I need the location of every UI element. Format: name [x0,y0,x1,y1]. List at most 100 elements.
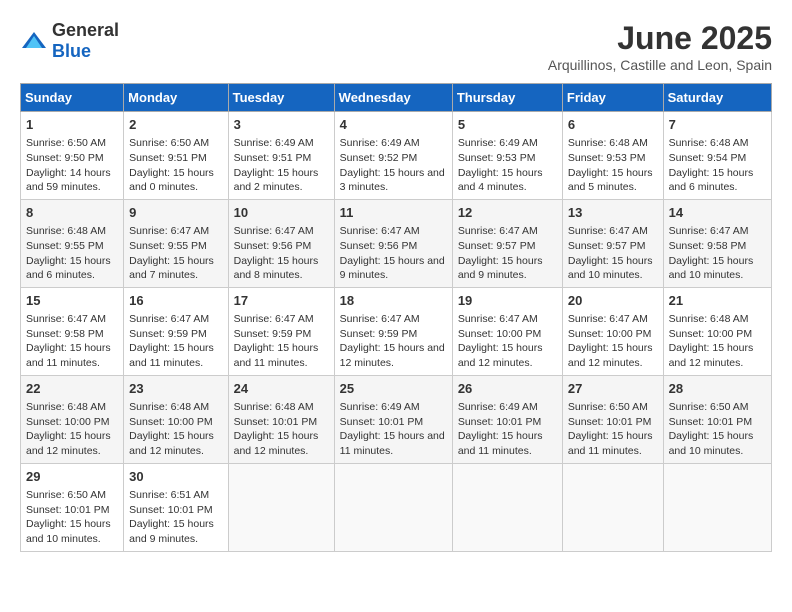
day-number: 12 [458,204,557,222]
cell-details: Sunrise: 6:49 AMSunset: 9:51 PMDaylight:… [234,136,329,195]
day-number: 8 [26,204,118,222]
cell-details: Sunrise: 6:48 AMSunset: 10:00 PMDaylight… [669,312,766,371]
calendar-cell: 25 Sunrise: 6:49 AMSunset: 10:01 PMDayli… [334,375,452,463]
calendar-cell: 28 Sunrise: 6:50 AMSunset: 10:01 PMDayli… [663,375,771,463]
logo-general: General [52,20,119,40]
calendar-week-row: 15 Sunrise: 6:47 AMSunset: 9:58 PMDaylig… [21,287,772,375]
day-header-thursday: Thursday [452,84,562,112]
calendar-cell: 21 Sunrise: 6:48 AMSunset: 10:00 PMDayli… [663,287,771,375]
day-number: 20 [568,292,658,310]
cell-details: Sunrise: 6:47 AMSunset: 9:59 PMDaylight:… [234,312,329,371]
cell-details: Sunrise: 6:50 AMSunset: 9:50 PMDaylight:… [26,136,118,195]
logo-blue: Blue [52,41,91,61]
calendar-cell: 20 Sunrise: 6:47 AMSunset: 10:00 PMDayli… [562,287,663,375]
day-number: 13 [568,204,658,222]
calendar-cell: 13 Sunrise: 6:47 AMSunset: 9:57 PMDaylig… [562,199,663,287]
cell-details: Sunrise: 6:47 AMSunset: 9:55 PMDaylight:… [129,224,222,283]
cell-details: Sunrise: 6:50 AMSunset: 10:01 PMDaylight… [568,400,658,459]
calendar-cell: 30 Sunrise: 6:51 AMSunset: 10:01 PMDayli… [124,463,228,551]
cell-details: Sunrise: 6:50 AMSunset: 9:51 PMDaylight:… [129,136,222,195]
day-number: 1 [26,116,118,134]
day-number: 19 [458,292,557,310]
calendar-header-row: SundayMondayTuesdayWednesdayThursdayFrid… [21,84,772,112]
calendar-cell: 5 Sunrise: 6:49 AMSunset: 9:53 PMDayligh… [452,112,562,200]
calendar-table: SundayMondayTuesdayWednesdayThursdayFrid… [20,83,772,552]
cell-details: Sunrise: 6:48 AMSunset: 10:00 PMDaylight… [129,400,222,459]
cell-details: Sunrise: 6:47 AMSunset: 9:58 PMDaylight:… [26,312,118,371]
day-number: 7 [669,116,766,134]
calendar-cell: 19 Sunrise: 6:47 AMSunset: 10:00 PMDayli… [452,287,562,375]
calendar-cell: 15 Sunrise: 6:47 AMSunset: 9:58 PMDaylig… [21,287,124,375]
day-header-monday: Monday [124,84,228,112]
calendar-cell [663,463,771,551]
cell-details: Sunrise: 6:47 AMSunset: 9:57 PMDaylight:… [458,224,557,283]
day-header-wednesday: Wednesday [334,84,452,112]
cell-details: Sunrise: 6:51 AMSunset: 10:01 PMDaylight… [129,488,222,547]
title-block: June 2025 Arquillinos, Castille and Leon… [548,20,772,73]
day-number: 9 [129,204,222,222]
calendar-week-row: 8 Sunrise: 6:48 AMSunset: 9:55 PMDayligh… [21,199,772,287]
calendar-cell: 16 Sunrise: 6:47 AMSunset: 9:59 PMDaylig… [124,287,228,375]
calendar-cell: 10 Sunrise: 6:47 AMSunset: 9:56 PMDaylig… [228,199,334,287]
calendar-cell: 6 Sunrise: 6:48 AMSunset: 9:53 PMDayligh… [562,112,663,200]
calendar-cell: 26 Sunrise: 6:49 AMSunset: 10:01 PMDayli… [452,375,562,463]
day-number: 14 [669,204,766,222]
calendar-cell: 11 Sunrise: 6:47 AMSunset: 9:56 PMDaylig… [334,199,452,287]
page-header: General Blue June 2025 Arquillinos, Cast… [20,20,772,73]
calendar-cell [562,463,663,551]
cell-details: Sunrise: 6:49 AMSunset: 9:52 PMDaylight:… [340,136,447,195]
day-number: 5 [458,116,557,134]
logo: General Blue [20,20,119,62]
calendar-cell: 14 Sunrise: 6:47 AMSunset: 9:58 PMDaylig… [663,199,771,287]
day-number: 29 [26,468,118,486]
cell-details: Sunrise: 6:48 AMSunset: 10:01 PMDaylight… [234,400,329,459]
day-number: 18 [340,292,447,310]
calendar-cell: 9 Sunrise: 6:47 AMSunset: 9:55 PMDayligh… [124,199,228,287]
calendar-cell [334,463,452,551]
day-number: 10 [234,204,329,222]
cell-details: Sunrise: 6:47 AMSunset: 9:59 PMDaylight:… [129,312,222,371]
calendar-cell: 17 Sunrise: 6:47 AMSunset: 9:59 PMDaylig… [228,287,334,375]
day-number: 23 [129,380,222,398]
calendar-cell: 8 Sunrise: 6:48 AMSunset: 9:55 PMDayligh… [21,199,124,287]
day-header-friday: Friday [562,84,663,112]
calendar-week-row: 22 Sunrise: 6:48 AMSunset: 10:00 PMDayli… [21,375,772,463]
logo-icon [20,30,48,52]
day-number: 17 [234,292,329,310]
calendar-body: 1 Sunrise: 6:50 AMSunset: 9:50 PMDayligh… [21,112,772,552]
day-number: 16 [129,292,222,310]
day-number: 15 [26,292,118,310]
cell-details: Sunrise: 6:47 AMSunset: 9:56 PMDaylight:… [340,224,447,283]
calendar-cell: 7 Sunrise: 6:48 AMSunset: 9:54 PMDayligh… [663,112,771,200]
cell-details: Sunrise: 6:49 AMSunset: 9:53 PMDaylight:… [458,136,557,195]
cell-details: Sunrise: 6:48 AMSunset: 9:55 PMDaylight:… [26,224,118,283]
calendar-cell: 4 Sunrise: 6:49 AMSunset: 9:52 PMDayligh… [334,112,452,200]
day-number: 4 [340,116,447,134]
cell-details: Sunrise: 6:48 AMSunset: 9:54 PMDaylight:… [669,136,766,195]
cell-details: Sunrise: 6:48 AMSunset: 10:00 PMDaylight… [26,400,118,459]
calendar-cell: 1 Sunrise: 6:50 AMSunset: 9:50 PMDayligh… [21,112,124,200]
day-number: 24 [234,380,329,398]
cell-details: Sunrise: 6:47 AMSunset: 9:58 PMDaylight:… [669,224,766,283]
cell-details: Sunrise: 6:47 AMSunset: 10:00 PMDaylight… [458,312,557,371]
calendar-cell: 12 Sunrise: 6:47 AMSunset: 9:57 PMDaylig… [452,199,562,287]
day-header-sunday: Sunday [21,84,124,112]
cell-details: Sunrise: 6:48 AMSunset: 9:53 PMDaylight:… [568,136,658,195]
day-number: 2 [129,116,222,134]
logo-text: General Blue [52,20,119,62]
calendar-week-row: 1 Sunrise: 6:50 AMSunset: 9:50 PMDayligh… [21,112,772,200]
calendar-cell: 22 Sunrise: 6:48 AMSunset: 10:00 PMDayli… [21,375,124,463]
day-number: 30 [129,468,222,486]
cell-details: Sunrise: 6:49 AMSunset: 10:01 PMDaylight… [458,400,557,459]
day-header-tuesday: Tuesday [228,84,334,112]
calendar-week-row: 29 Sunrise: 6:50 AMSunset: 10:01 PMDayli… [21,463,772,551]
cell-details: Sunrise: 6:47 AMSunset: 9:57 PMDaylight:… [568,224,658,283]
cell-details: Sunrise: 6:49 AMSunset: 10:01 PMDaylight… [340,400,447,459]
cell-details: Sunrise: 6:50 AMSunset: 10:01 PMDaylight… [669,400,766,459]
calendar-cell: 3 Sunrise: 6:49 AMSunset: 9:51 PMDayligh… [228,112,334,200]
cell-details: Sunrise: 6:47 AMSunset: 9:59 PMDaylight:… [340,312,447,371]
cell-details: Sunrise: 6:50 AMSunset: 10:01 PMDaylight… [26,488,118,547]
day-number: 21 [669,292,766,310]
day-header-saturday: Saturday [663,84,771,112]
day-number: 6 [568,116,658,134]
